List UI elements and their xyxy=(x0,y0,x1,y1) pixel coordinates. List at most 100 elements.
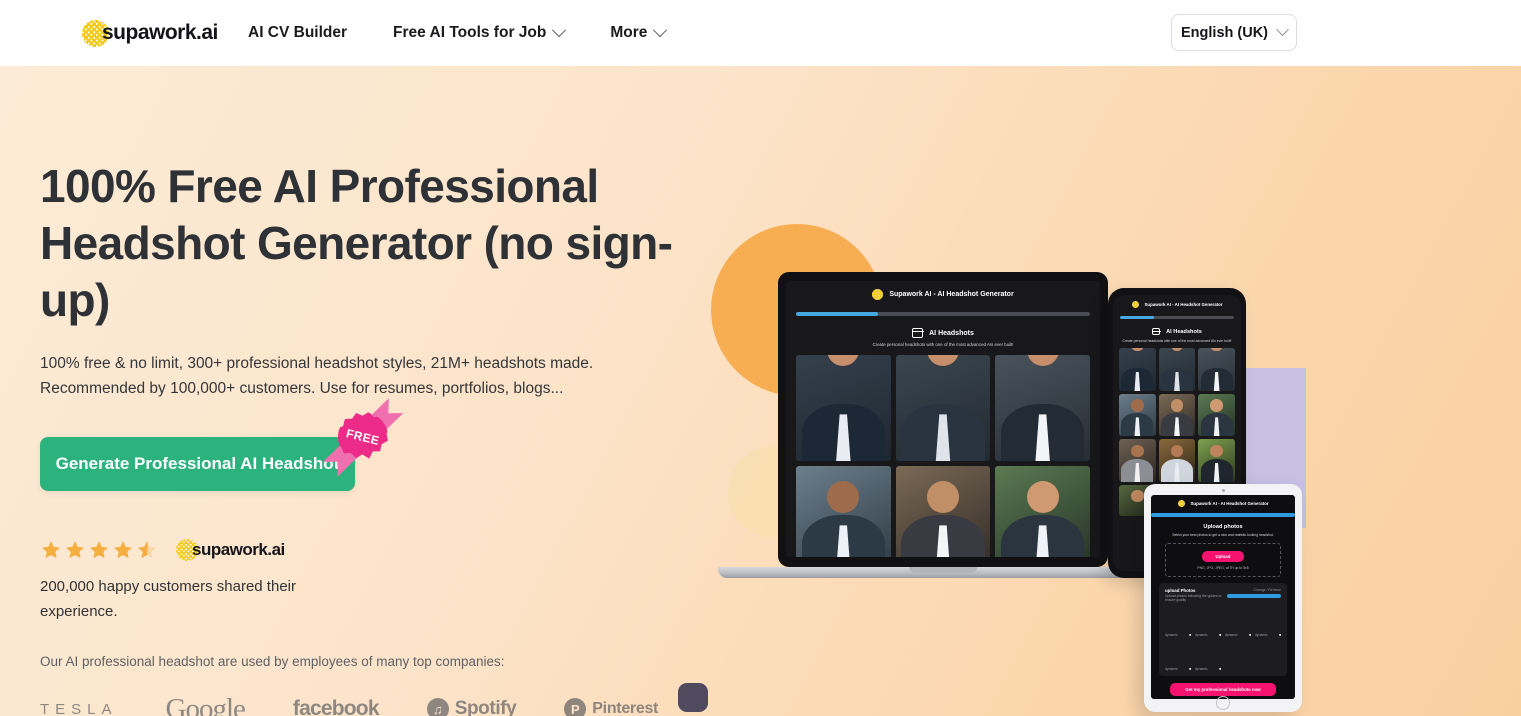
headshot-thumb[interactable] xyxy=(1198,439,1235,482)
headshot-thumb[interactable] xyxy=(1158,348,1196,391)
tablet-accent-bar xyxy=(1151,513,1295,517)
delete-icon[interactable]: ■ xyxy=(1249,633,1251,637)
tablet-section-title: Upload photos xyxy=(1203,524,1243,530)
headshot-thumb[interactable] xyxy=(1119,439,1156,482)
tablet-upload-dropzone[interactable]: Upload PNG, JPG, JPEG, wITH up to 5x5 xyxy=(1165,543,1281,577)
app-logo-icon xyxy=(872,288,884,300)
tablet-formats-note: PNG, JPG, JPEG, wITH up to 5x5 xyxy=(1197,566,1249,570)
top-navigation-bar: supawork.ai AI CV Builder Free AI Tools … xyxy=(0,0,1521,66)
phone-section-sub: Create personal headshots with one of th… xyxy=(1122,339,1232,343)
laptop-mockup: Supawork AI - AI Headshot Generator AI H… xyxy=(718,272,1170,582)
headshot-thumb[interactable] xyxy=(1158,439,1196,482)
nav-item-label: AI CV Builder xyxy=(248,24,348,41)
tablet-thumb-item[interactable]: dynamic ■ xyxy=(1255,607,1281,637)
chevron-down-icon xyxy=(1276,23,1289,37)
phone-progress-fill xyxy=(1120,316,1155,319)
tablet-thumb-grid: dynamic ■ dynamic ■ dynamic ■ dynamic ■ … xyxy=(1165,607,1281,671)
calendar-icon xyxy=(1151,328,1161,335)
laptop-screen: Supawork AI - AI Headshot Generator AI H… xyxy=(786,281,1100,557)
page-root: supawork.ai AI CV Builder Free AI Tools … xyxy=(0,0,1521,716)
tablet-thumb-item[interactable]: dynamic ■ xyxy=(1225,607,1251,637)
calendar-icon xyxy=(911,328,924,338)
app-logo-icon xyxy=(1177,499,1185,507)
chevron-down-icon xyxy=(653,23,668,38)
tablet-upload-button[interactable]: Upload xyxy=(1202,551,1244,562)
tablet-panel-title: upload Photos xyxy=(1165,588,1196,593)
logo-wordmark-name: supawork xyxy=(102,21,197,44)
tablet-panel-link[interactable]: Change / Remove xyxy=(1227,588,1281,592)
laptop-section-title: AI Headshots xyxy=(929,329,974,337)
headshot-thumb[interactable] xyxy=(1198,348,1235,391)
headshot-thumb[interactable] xyxy=(1198,393,1235,437)
logo-wordmark: supawork.ai xyxy=(102,21,218,45)
site-logo[interactable]: supawork.ai xyxy=(82,17,218,49)
tablet-thumb-item[interactable]: dynamic ■ xyxy=(1195,641,1221,671)
logo-wordmark-suffix: .ai xyxy=(196,21,218,44)
tablet-get-headshots-button[interactable]: Get my professional headshots now xyxy=(1170,682,1276,696)
nav-item-label: More xyxy=(610,24,648,41)
hero-section: 100% Free AI Professional Headshot Gener… xyxy=(0,66,1521,716)
thumb-caption: dynamic xyxy=(1225,632,1238,637)
phone-progress-bar xyxy=(1120,316,1234,319)
chevron-down-icon xyxy=(552,23,567,38)
thumb-caption: dynamic xyxy=(1165,632,1178,637)
laptop-app-title: Supawork AI - AI Headshot Generator xyxy=(889,290,1014,298)
thumb-image xyxy=(1165,641,1191,666)
headshot-thumb[interactable] xyxy=(796,355,891,462)
phone-app-header: Supawork AI - AI Headshot Generator xyxy=(1113,295,1241,313)
nav-item-label: Free AI Tools for Job xyxy=(393,24,547,41)
tablet-screen: Supawork AI - AI Headshot Generator Uplo… xyxy=(1151,495,1295,699)
app-logo-icon xyxy=(1131,300,1139,308)
language-selector-value: English (UK) xyxy=(1181,24,1268,41)
thumb-image xyxy=(1195,607,1221,632)
delete-icon[interactable]: ■ xyxy=(1189,633,1191,637)
laptop-bezel: Supawork AI - AI Headshot Generator AI H… xyxy=(778,272,1108,567)
laptop-section-heading: AI Headshots xyxy=(786,328,1100,338)
thumb-caption: dynamic xyxy=(1165,666,1178,671)
tablet-home-button[interactable] xyxy=(1216,695,1230,710)
tablet-mockup: Supawork AI - AI Headshot Generator Uplo… xyxy=(1144,484,1302,712)
thumb-caption: dynamic xyxy=(1195,632,1208,637)
headshot-thumb[interactable] xyxy=(1119,393,1156,437)
thumb-image xyxy=(1255,607,1281,632)
phone-section-title: AI Headshots xyxy=(1166,328,1202,335)
thumb-image xyxy=(1195,641,1221,666)
tablet-panel-progress xyxy=(1227,594,1281,598)
tablet-thumb-item[interactable]: dynamic ■ xyxy=(1165,641,1191,671)
laptop-notch xyxy=(909,567,977,573)
tablet-uploaded-panel: upload Photos Upload photos following th… xyxy=(1159,583,1287,676)
tablet-thumb-item[interactable]: dynamic ■ xyxy=(1195,607,1221,637)
hero-device-mockups: Supawork AI - AI Headshot Generator AI H… xyxy=(0,66,1521,716)
delete-icon[interactable]: ■ xyxy=(1219,667,1221,671)
language-selector[interactable]: English (UK) xyxy=(1171,14,1297,51)
laptop-progress-bar xyxy=(796,312,1090,316)
delete-icon[interactable]: ■ xyxy=(1279,633,1281,637)
phone-section-heading: AI Headshots xyxy=(1113,328,1241,335)
tablet-app-title: Supawork AI - AI Headshot Generator xyxy=(1190,500,1269,506)
nav-item-free-ai-tools-for-job[interactable]: Free AI Tools for Job xyxy=(393,23,567,42)
phone-app-title: Supawork AI - AI Headshot Generator xyxy=(1144,301,1223,307)
delete-icon[interactable]: ■ xyxy=(1189,667,1191,671)
delete-icon[interactable]: ■ xyxy=(1219,633,1221,637)
headshot-thumb[interactable] xyxy=(796,466,891,557)
tablet-section-sub: Select your best photos to get a nice an… xyxy=(1172,533,1274,537)
nav-item-more[interactable]: More xyxy=(610,23,668,42)
headshot-thumb[interactable] xyxy=(1158,393,1196,437)
tablet-app-header: Supawork AI - AI Headshot Generator xyxy=(1151,495,1295,511)
headshot-thumb[interactable] xyxy=(995,466,1090,557)
headshot-thumb[interactable] xyxy=(995,355,1090,462)
laptop-progress-fill xyxy=(796,312,879,316)
headshot-thumb[interactable] xyxy=(895,355,991,462)
laptop-app-header: Supawork AI - AI Headshot Generator xyxy=(786,281,1100,307)
thumb-caption: dynamic xyxy=(1255,632,1268,637)
thumb-image xyxy=(1165,607,1191,632)
primary-nav-links: AI CV Builder Free AI Tools for Job More xyxy=(248,0,668,66)
thumb-image xyxy=(1225,607,1251,632)
laptop-section-sub: Create personal headshots with one of th… xyxy=(872,342,1014,347)
tablet-camera-icon xyxy=(1221,488,1225,492)
headshot-thumb[interactable] xyxy=(1119,348,1156,391)
headshot-thumb[interactable] xyxy=(895,466,991,557)
tablet-thumb-item[interactable]: dynamic ■ xyxy=(1165,607,1191,637)
thumb-caption: dynamic xyxy=(1195,666,1208,671)
nav-item-ai-cv-builder[interactable]: AI CV Builder xyxy=(248,24,347,42)
